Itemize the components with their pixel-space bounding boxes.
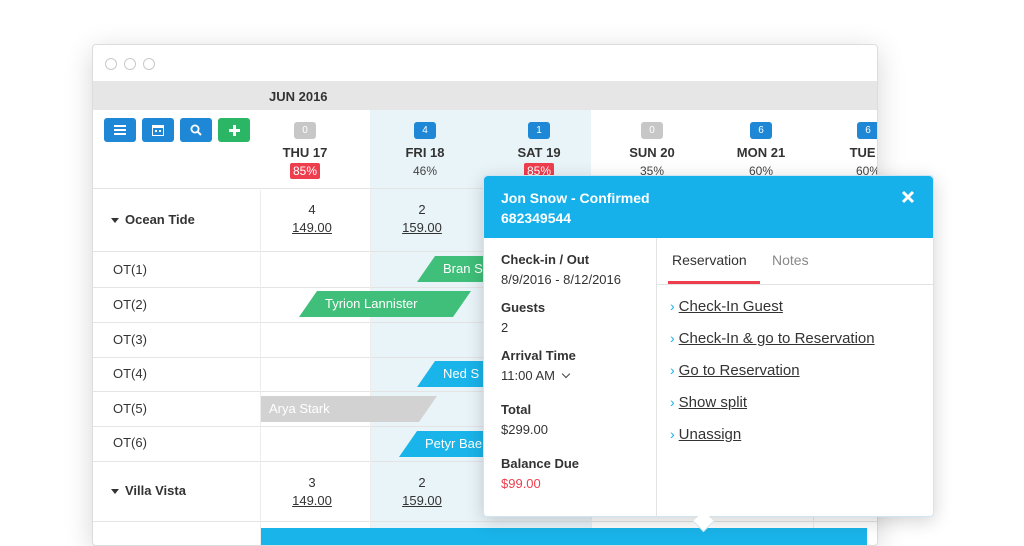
collapse-caret-icon: [111, 218, 119, 224]
checkin-field: Check-in / Out 8/9/2016 - 8/12/2016: [501, 252, 621, 287]
day-name: SAT 19: [517, 145, 561, 160]
rooms-available: 4: [308, 202, 316, 217]
search-button[interactable]: [180, 118, 212, 142]
availability-cell[interactable]: 3 149.00: [257, 475, 367, 508]
rooms-available: 2: [418, 202, 426, 217]
window-titlebar: [93, 45, 877, 81]
month-label: JUN 2016: [269, 89, 328, 104]
day-name: TUE 2: [849, 145, 877, 160]
goto-reservation-link[interactable]: › Go to Reservation: [670, 362, 800, 379]
field-label: Guests: [501, 300, 546, 315]
property-name: Villa Vista: [125, 483, 186, 498]
availability-cell[interactable]: 4 149.00: [257, 202, 367, 235]
grid-line: [93, 521, 877, 522]
day-occupancy: 46%: [412, 164, 438, 178]
day-count-badge: 6: [750, 122, 772, 139]
day-count-badge: 0: [641, 122, 663, 139]
field-label: Arrival Time: [501, 348, 576, 363]
rate-price[interactable]: 149.00: [257, 220, 367, 235]
balance-field: Balance Due $99.00: [501, 456, 579, 491]
popup-header: Jon Snow - Confirmed 682349544: [484, 176, 933, 238]
day-header[interactable]: 4 FRI 18 46%: [370, 120, 480, 180]
unassign-link[interactable]: › Unassign: [670, 426, 741, 443]
rooms-available: 2: [418, 475, 426, 490]
reservation-title: Jon Snow - Confirmed: [501, 190, 650, 206]
checkin-guest-link[interactable]: › Check-In Guest: [670, 298, 783, 315]
property-ocean-tide[interactable]: Ocean Tide: [111, 212, 195, 227]
active-tab-indicator: [668, 281, 760, 284]
arrival-time-select[interactable]: 11:00 AM: [501, 368, 576, 383]
rate-price[interactable]: 159.00: [367, 220, 477, 235]
field-value: $299.00: [501, 422, 548, 437]
day-count-badge: 0: [294, 122, 316, 139]
room-label: OT(5): [113, 401, 147, 416]
field-value: 11:00 AM: [501, 368, 555, 383]
chevron-right-icon: ›: [670, 330, 675, 346]
window-dot-close[interactable]: [105, 58, 117, 70]
total-field: Total $299.00: [501, 402, 548, 437]
day-header[interactable]: 1 SAT 19 85%: [484, 120, 594, 180]
day-count-badge: 4: [414, 122, 436, 139]
booking-number: 682349544: [501, 210, 572, 226]
chevron-right-icon: ›: [670, 298, 675, 314]
add-button[interactable]: [218, 118, 250, 142]
collapse-caret-icon: [111, 489, 119, 495]
booking-bar[interactable]: Tyrion Lannister: [299, 291, 471, 317]
day-name: MON 21: [736, 145, 786, 160]
field-value: 2: [501, 320, 509, 335]
calendar-button[interactable]: [142, 118, 174, 142]
day-name: SUN 20: [629, 145, 675, 160]
field-value: 8/9/2016 - 8/12/2016: [501, 272, 621, 287]
field-value: $99.00: [501, 476, 541, 491]
room-label: OT(4): [113, 366, 147, 381]
day-header[interactable]: 0 THU 17 85%: [250, 120, 360, 180]
chevron-right-icon: ›: [670, 426, 675, 442]
calendar-icon: [152, 125, 164, 136]
menu-button[interactable]: [104, 118, 136, 142]
chevron-down-icon: [561, 369, 571, 379]
checkin-goto-reservation-link[interactable]: › Check-In & go to Reservation: [670, 330, 875, 347]
day-header[interactable]: 0 SUN 20 35%: [597, 120, 707, 180]
day-count-badge: 1: [528, 122, 550, 139]
field-label: Check-in / Out: [501, 252, 590, 267]
field-label: Total: [501, 402, 532, 417]
rooms-available: 3: [308, 475, 316, 490]
reservation-popup: Jon Snow - Confirmed 682349544 Check-in …: [483, 175, 934, 533]
popup-title: Jon Snow - Confirmed 682349544: [501, 188, 650, 228]
tab-reservation[interactable]: Reservation: [672, 252, 747, 268]
room-label: OT(6): [113, 435, 147, 450]
day-name: THU 17: [282, 145, 328, 160]
show-split-link[interactable]: › Show split: [670, 394, 747, 411]
month-bar: JUN 2016: [93, 81, 877, 110]
search-icon: [190, 124, 202, 136]
room-label: OT(3): [113, 332, 147, 347]
room-label: OT(2): [113, 297, 147, 312]
availability-cell[interactable]: 2 159.00: [367, 202, 477, 235]
close-icon[interactable]: [901, 190, 915, 204]
arrival-field[interactable]: Arrival Time 11:00 AM: [501, 348, 576, 383]
room-label: OT(1): [113, 262, 147, 277]
window-dot-maximize[interactable]: [143, 58, 155, 70]
booking-bar-partial[interactable]: [261, 528, 867, 545]
window-dot-minimize[interactable]: [124, 58, 136, 70]
day-header[interactable]: 6 TUE 2 60%: [813, 120, 877, 180]
property-villa-vista[interactable]: Villa Vista: [111, 483, 186, 498]
availability-cell[interactable]: 2 159.00: [367, 475, 477, 508]
plus-icon: [228, 124, 240, 136]
field-label: Balance Due: [501, 456, 580, 471]
day-name: FRI 18: [405, 145, 445, 160]
property-name: Ocean Tide: [125, 212, 195, 227]
guests-field: Guests 2: [501, 300, 545, 335]
day-occupancy: 85%: [289, 163, 321, 179]
tab-notes[interactable]: Notes: [772, 252, 809, 268]
day-count-badge: 6: [857, 122, 877, 139]
booking-bar[interactable]: Arya Stark: [261, 396, 437, 422]
day-header[interactable]: 6 MON 21 60%: [706, 120, 816, 180]
popup-tabs: Reservation Notes: [656, 238, 933, 285]
menu-icon: [114, 125, 126, 135]
rate-price[interactable]: 159.00: [367, 493, 477, 508]
chevron-right-icon: ›: [670, 394, 675, 410]
rate-price[interactable]: 149.00: [257, 493, 367, 508]
chevron-right-icon: ›: [670, 362, 675, 378]
